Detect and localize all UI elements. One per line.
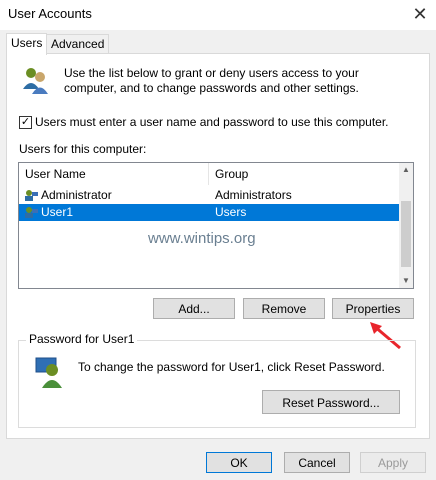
apply-button: Apply: [360, 452, 426, 473]
list-item-name: Administrator: [41, 188, 112, 202]
users-list[interactable]: User Name Group Administrator Administra…: [18, 162, 414, 289]
column-header-user-name[interactable]: User Name: [25, 163, 86, 185]
reset-password-button[interactable]: Reset Password...: [262, 390, 400, 414]
users-icon: [23, 68, 48, 94]
list-item-group: Users: [215, 205, 247, 219]
ok-button[interactable]: OK: [206, 452, 272, 473]
require-login-label[interactable]: Users must enter a user name and passwor…: [35, 115, 389, 129]
scrollbar-thumb[interactable]: [401, 201, 411, 267]
properties-button[interactable]: Properties: [332, 298, 414, 319]
password-instructions: To change the password for User1, click …: [78, 360, 385, 374]
scroll-down-icon[interactable]: ▼: [399, 274, 413, 288]
intro-text: Use the list below to grant or deny user…: [64, 66, 359, 95]
list-item-group: Administrators: [215, 188, 292, 202]
password-group-title: Password for User1: [26, 332, 138, 346]
tab-users[interactable]: Users: [6, 33, 48, 55]
list-item[interactable]: Administrator Administrators: [19, 187, 399, 204]
cancel-button[interactable]: Cancel: [284, 452, 350, 473]
user-icon: [25, 190, 38, 201]
list-item-selected[interactable]: User1 Users: [19, 204, 399, 221]
window-title: User Accounts: [8, 6, 92, 21]
watermark: www.wintips.org: [148, 230, 256, 247]
column-divider[interactable]: [208, 163, 209, 185]
column-header-group[interactable]: Group: [215, 163, 248, 185]
scroll-up-icon[interactable]: ▲: [399, 163, 413, 177]
require-login-checkbox[interactable]: ✓: [19, 116, 32, 129]
vertical-scrollbar[interactable]: ▲ ▼: [399, 163, 413, 288]
list-item-name: User1: [41, 205, 74, 219]
remove-button[interactable]: Remove: [243, 298, 325, 319]
tab-advanced[interactable]: Advanced: [46, 34, 110, 55]
password-user-icon: [35, 357, 62, 388]
close-icon[interactable]: ✕: [408, 2, 432, 26]
add-button[interactable]: Add...: [153, 298, 235, 319]
user-icon: [25, 207, 38, 218]
users-list-label: Users for this computer:: [19, 142, 147, 156]
